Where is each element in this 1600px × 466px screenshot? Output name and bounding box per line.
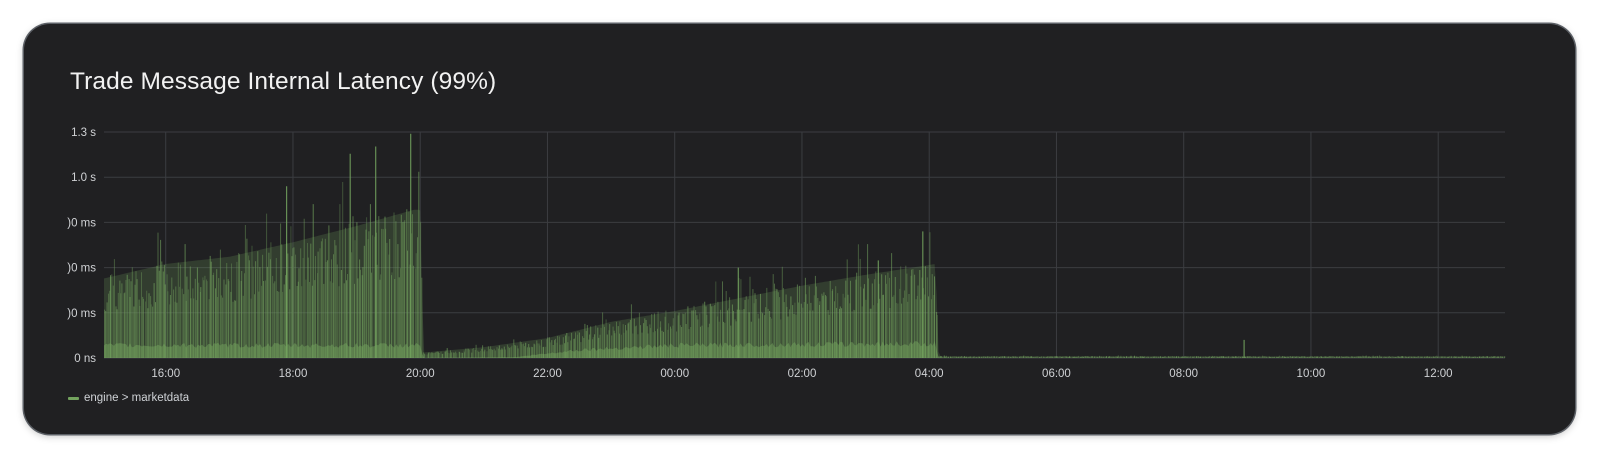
x-tick-label-9: 10:00: [1297, 368, 1326, 380]
y-tick-label-5: 1.3 s: [71, 127, 96, 139]
y-tick-label-0: 0 ns: [74, 353, 96, 365]
x-tick-label-5: 02:00: [788, 368, 817, 380]
x-tick-label-0: 16:00: [151, 368, 180, 380]
legend[interactable]: engine > marketdata: [68, 392, 189, 404]
legend-swatch-engine-marketdata: [68, 396, 79, 400]
x-tick-label-6: 04:00: [915, 368, 944, 380]
x-tick-label-8: 08:00: [1169, 368, 1198, 380]
x-tick-label-4: 00:00: [660, 368, 689, 380]
y-tick-label-3: )0 ms: [67, 217, 96, 229]
x-tick-label-2: 20:00: [406, 368, 435, 380]
latency-chart: 0 ns )0 ms )0 ms )0 ms 1.0 s 1.3 s 16:00 18:00 2…: [67, 127, 1506, 380]
y-tick-label-4: 1.0 s: [71, 172, 96, 184]
x-tick-label-3: 22:00: [533, 368, 562, 380]
panel-card: Trade Message Internal Latency (99%) 0 n…: [24, 24, 1575, 434]
y-tick-label-2: )0 ms: [67, 263, 96, 275]
legend-label-engine-marketdata[interactable]: engine > marketdata: [84, 392, 189, 404]
x-tick-label-10: 12:00: [1424, 368, 1453, 380]
x-tick-label-7: 06:00: [1042, 368, 1071, 380]
x-tick-label-1: 18:00: [279, 368, 308, 380]
y-tick-label-1: )0 ms: [67, 308, 96, 320]
series-engine-marketdata: [104, 133, 1506, 358]
